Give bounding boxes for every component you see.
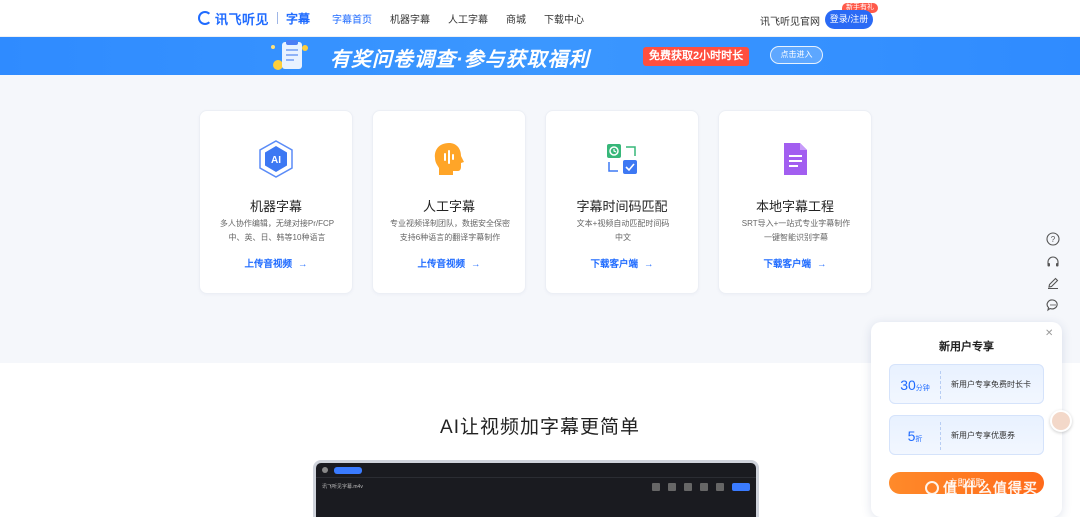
coupon-divider bbox=[940, 422, 941, 450]
card-local-subtitle-project[interactable]: 本地字幕工程 SRT导入+一站式专业字幕制作 一键智能识别字幕 下载客户端 → bbox=[718, 110, 872, 294]
arrow-right-icon: → bbox=[298, 259, 308, 270]
survey-banner[interactable]: 有奖问卷调查·参与获取福利 免费获取2小时时长 bbox=[0, 37, 1080, 75]
card-machine-subtitle[interactable]: AI 机器字幕 多人协作编辑，无缝对接Pr/FCP 中、英、日、韩等10种语言 … bbox=[199, 110, 353, 294]
preview-tool-icon bbox=[652, 482, 660, 491]
logo-icon bbox=[198, 11, 212, 25]
help-icon[interactable]: ? bbox=[1043, 229, 1063, 249]
login-register-button[interactable]: 登录/注册 bbox=[825, 10, 873, 29]
preview-toolbar: 讯飞听见字幕.m4v bbox=[316, 477, 756, 495]
card-link-label: 下载客户端 bbox=[763, 259, 811, 270]
coupon-value: 30分钟 bbox=[890, 365, 940, 403]
site-logo[interactable]: 讯飞听见 字幕 bbox=[198, 9, 310, 27]
service-avatar[interactable] bbox=[1050, 410, 1072, 432]
preview-tag bbox=[334, 466, 362, 474]
banner-title: 有奖问卷调查·参与获取福利 bbox=[330, 49, 590, 71]
official-site-link[interactable]: 讯飞听见官网 bbox=[760, 13, 820, 28]
upload-av-link[interactable]: 上传音视频 → bbox=[200, 256, 352, 270]
card-desc-line: 一键智能识别字幕 bbox=[764, 233, 828, 242]
ai-chip-icon: AI bbox=[259, 140, 293, 178]
card-description: 多人协作编辑，无缝对接Pr/FCP 中、英、日、韩等10种语言 bbox=[210, 217, 344, 245]
card-desc-line: 文本+视频自动匹配时间码 bbox=[576, 219, 670, 228]
coupon-unit: 折 bbox=[915, 436, 923, 443]
banner-enter-button[interactable]: 点击进入 bbox=[770, 46, 823, 64]
watermark-text: 值 什么值得买 bbox=[943, 480, 1038, 496]
card-title: 机器字幕 bbox=[249, 199, 302, 214]
preview-tool-icon bbox=[668, 482, 676, 491]
app-preview-screenshot: 讯飞听见字幕.m4v bbox=[313, 460, 759, 517]
card-description: SRT导入+一站式专业字幕制作 一键智能识别字幕 bbox=[729, 217, 863, 245]
preview-titlebar bbox=[316, 463, 756, 477]
watermark-logo-icon bbox=[925, 481, 939, 495]
popup-title: 新用户专享 bbox=[939, 341, 994, 353]
download-client-link[interactable]: 下载客户端 → bbox=[546, 256, 698, 270]
document-icon bbox=[784, 143, 807, 175]
clipboard-illustration-icon bbox=[271, 40, 308, 70]
edit-icon[interactable] bbox=[1043, 273, 1063, 293]
logo-text: 讯飞听见 bbox=[215, 11, 270, 27]
card-desc-line: 专业视频译制团队，数据安全保密 bbox=[390, 219, 510, 228]
preview-dot bbox=[322, 467, 328, 473]
nav-home[interactable]: 字幕首页 bbox=[332, 11, 372, 26]
card-human-subtitle[interactable]: 人工字幕 专业视频译制团队，数据安全保密 支持6种语言的翻译字幕制作 上传音视频… bbox=[372, 110, 526, 294]
coupon-value: 5折 bbox=[890, 416, 940, 454]
card-description: 专业视频译制团队，数据安全保密 支持6种语言的翻译字幕制作 bbox=[383, 217, 517, 245]
card-link-label: 下载客户端 bbox=[590, 259, 638, 270]
download-client-link[interactable]: 下载客户端 → bbox=[719, 256, 871, 270]
coupon-text: 新用户专享免费时长卡 bbox=[951, 380, 1031, 389]
svg-text:?: ? bbox=[1051, 235, 1056, 244]
arrow-right-icon: → bbox=[644, 259, 654, 270]
banner-free-badge: 免费获取2小时时长 bbox=[643, 47, 750, 66]
card-desc-line: 支持6种语言的翻译字幕制作 bbox=[399, 233, 501, 242]
card-description: 文本+视频自动匹配时间码 中文 bbox=[556, 217, 690, 245]
nav-store[interactable]: 商城 bbox=[506, 11, 526, 26]
chat-icon[interactable] bbox=[1043, 295, 1063, 315]
nav-machine-subtitle[interactable]: 机器字幕 bbox=[390, 11, 430, 26]
coupon-number: 30 bbox=[900, 377, 916, 393]
coupon-discount[interactable]: 5折 新用户专享优惠券 bbox=[889, 415, 1044, 455]
coupon-time-card[interactable]: 30分钟 新用户专享免费时长卡 bbox=[889, 364, 1044, 404]
coupon-divider bbox=[940, 371, 941, 399]
top-navbar: 讯飞听见 字幕 字幕首页 机器字幕 人工字幕 商城 下载中心 讯飞听见官网 新手… bbox=[0, 0, 1080, 37]
coupon-text: 新用户专享优惠券 bbox=[951, 431, 1015, 440]
card-desc-line: 多人协作编辑，无缝对接Pr/FCP bbox=[219, 219, 335, 228]
card-link-label: 上传音视频 bbox=[244, 259, 292, 270]
nav-human-subtitle[interactable]: 人工字幕 bbox=[448, 11, 488, 26]
card-title: 人工字幕 bbox=[422, 199, 475, 214]
preview-filename: 讯飞听见字幕.m4v bbox=[322, 484, 363, 490]
card-timecode-match[interactable]: 字幕时间码匹配 文本+视频自动匹配时间码 中文 下载客户端 → bbox=[545, 110, 699, 294]
preview-tool-icon bbox=[700, 482, 708, 491]
upload-av-link[interactable]: 上传音视频 → bbox=[373, 256, 525, 270]
card-title: 本地字幕工程 bbox=[755, 199, 834, 214]
human-voice-icon bbox=[434, 143, 464, 175]
timecode-match-icon bbox=[607, 144, 637, 174]
logo-subtitle: 字幕 bbox=[286, 11, 311, 26]
card-desc-line: 中文 bbox=[615, 233, 631, 242]
card-title: 字幕时间码匹配 bbox=[576, 199, 668, 214]
preview-tool-icon bbox=[684, 482, 692, 491]
preview-export-button bbox=[732, 482, 750, 491]
logo-divider bbox=[277, 12, 279, 24]
nav-download-center[interactable]: 下载中心 bbox=[544, 11, 584, 26]
watermark: 值 什么值得买 bbox=[925, 478, 1038, 498]
svg-text:AI: AI bbox=[271, 155, 281, 166]
card-desc-line: 中、英、日、韩等10种语言 bbox=[228, 233, 326, 242]
card-link-label: 上传音视频 bbox=[417, 259, 465, 270]
card-desc-line: SRT导入+一站式专业字幕制作 bbox=[741, 219, 851, 228]
coupon-unit: 分钟 bbox=[915, 385, 930, 392]
arrow-right-icon: → bbox=[471, 259, 481, 270]
arrow-right-icon: → bbox=[817, 259, 827, 270]
preview-tool-icon bbox=[716, 482, 724, 491]
headset-icon[interactable] bbox=[1043, 252, 1063, 272]
main-nav: 字幕首页 机器字幕 人工字幕 商城 下载中心 bbox=[332, 0, 584, 37]
